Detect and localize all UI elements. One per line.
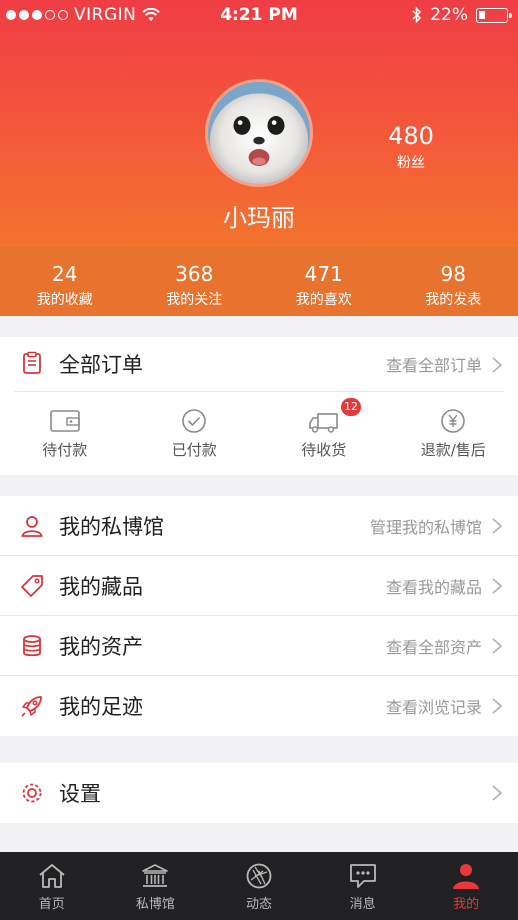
menu-my-assets[interactable]: 我的资产 查看全部资产 [0,616,518,676]
fans-label: 粉丝 [397,155,425,171]
battery-percent: 22% [430,5,468,25]
settings-card: 设置 [0,763,518,823]
tab-label: 动态 [245,897,272,912]
menu-my-collection[interactable]: 我的藏品 查看我的藏品 [0,556,518,616]
row-hint: 查看我的藏品 [385,577,482,597]
delivery-count-badge: 12 [341,398,361,416]
tab-label: 消息 [349,897,376,912]
order-pending-payment[interactable]: 待付款 [0,392,130,475]
username: 小玛丽 [223,204,295,232]
stats-bar: 24 我的收藏 368 我的关注 471 我的喜欢 98 我的发表 [0,247,518,316]
check-circle-icon [182,409,207,433]
order-refund[interactable]: 退款/售后 [389,392,518,475]
fans-counter[interactable]: 480 粉丝 [370,122,452,172]
tab-label: 首页 [38,897,65,912]
bluetooth-icon [412,7,422,23]
row-title: 全部订单 [59,353,143,377]
order-paid[interactable]: 已付款 [130,392,260,475]
stat-value: 98 [440,262,466,286]
stat-likes[interactable]: 471 我的喜欢 [259,247,389,316]
order-status-label: 已付款 [171,441,217,459]
tab-me[interactable]: 我的 [414,852,518,920]
row-hint: 查看浏览记录 [385,698,482,717]
stat-label: 我的发表 [425,292,482,308]
wallet-icon [49,410,80,432]
stat-value: 368 [175,262,214,286]
tab-feed[interactable]: 动态 [207,852,311,920]
status-bar: VIRGIN 4:21 PM 22% [0,0,518,30]
user-icon [453,864,480,889]
chevron-right-icon [492,357,503,373]
chevron-right-icon [492,785,503,801]
person-icon [21,516,43,537]
museum-icon [142,864,169,887]
tab-messages[interactable]: 消息 [311,852,415,920]
stat-label: 我的收藏 [36,292,93,308]
tab-museum[interactable]: 私博馆 [104,852,208,920]
row-hint: 管理我的私博馆 [369,517,482,537]
order-status-label: 待收货 [301,441,347,459]
order-status-list: 待付款 已付款 12 待收货 退款/售后 [0,392,518,475]
stat-following[interactable]: 368 我的关注 [130,247,260,316]
row-title: 我的私博馆 [59,514,164,539]
truck-icon [308,413,338,433]
tab-bar: 首页 私博馆 动态 消息 我的 [0,852,518,920]
stat-posts[interactable]: 98 我的发表 [389,247,518,316]
aperture-icon [246,863,272,889]
chevron-right-icon [492,638,503,654]
database-icon [23,635,41,657]
row-hint: 查看全部资产 [385,637,482,657]
row-title: 设置 [59,782,101,806]
row-hint: 查看全部订单 [385,356,482,375]
order-status-label: 待付款 [42,441,88,459]
order-status-label: 退款/售后 [420,441,486,459]
stat-value: 24 [52,262,78,286]
chevron-right-icon [492,518,503,534]
stat-collections[interactable]: 24 我的收藏 [0,247,130,316]
profile-header: VIRGIN 4:21 PM 22% 小玛丽 480 粉丝 [0,0,518,247]
fans-count: 480 [388,122,434,150]
tab-label: 我的 [453,897,480,912]
message-icon [349,864,376,888]
gear-icon [22,783,42,803]
clipboard-icon [23,351,41,374]
yen-circle-icon [441,409,466,433]
tab-home[interactable]: 首页 [0,852,104,920]
row-title: 我的足迹 [59,695,143,719]
menu-list: 我的私博馆 管理我的私博馆 我的藏品 查看我的藏品 我的资产 查看全部资产 我的… [0,496,518,736]
stat-label: 我的关注 [166,292,223,308]
stat-label: 我的喜欢 [295,292,352,308]
order-awaiting-delivery[interactable]: 12 待收货 [259,392,389,475]
orders-card: 全部订单 查看全部订单 待付款 已付款 12 待收货 退款/售后 [0,337,518,475]
menu-my-museum[interactable]: 我的私博馆 管理我的私博馆 [0,496,518,556]
menu-my-footprints[interactable]: 我的足迹 查看浏览记录 [0,676,518,736]
tab-label: 私博馆 [135,897,175,912]
battery-icon [476,7,512,23]
home-icon [39,864,65,888]
tag-icon [21,575,43,597]
row-title: 我的资产 [59,634,143,659]
menu-settings[interactable]: 设置 [0,763,518,823]
all-orders-row[interactable]: 全部订单 查看全部订单 [14,337,504,392]
avatar[interactable] [205,79,313,187]
chevron-right-icon [492,578,503,594]
rocket-icon [21,696,42,717]
chevron-right-icon [492,698,503,714]
stat-value: 471 [304,262,343,286]
row-title: 我的藏品 [59,574,143,599]
